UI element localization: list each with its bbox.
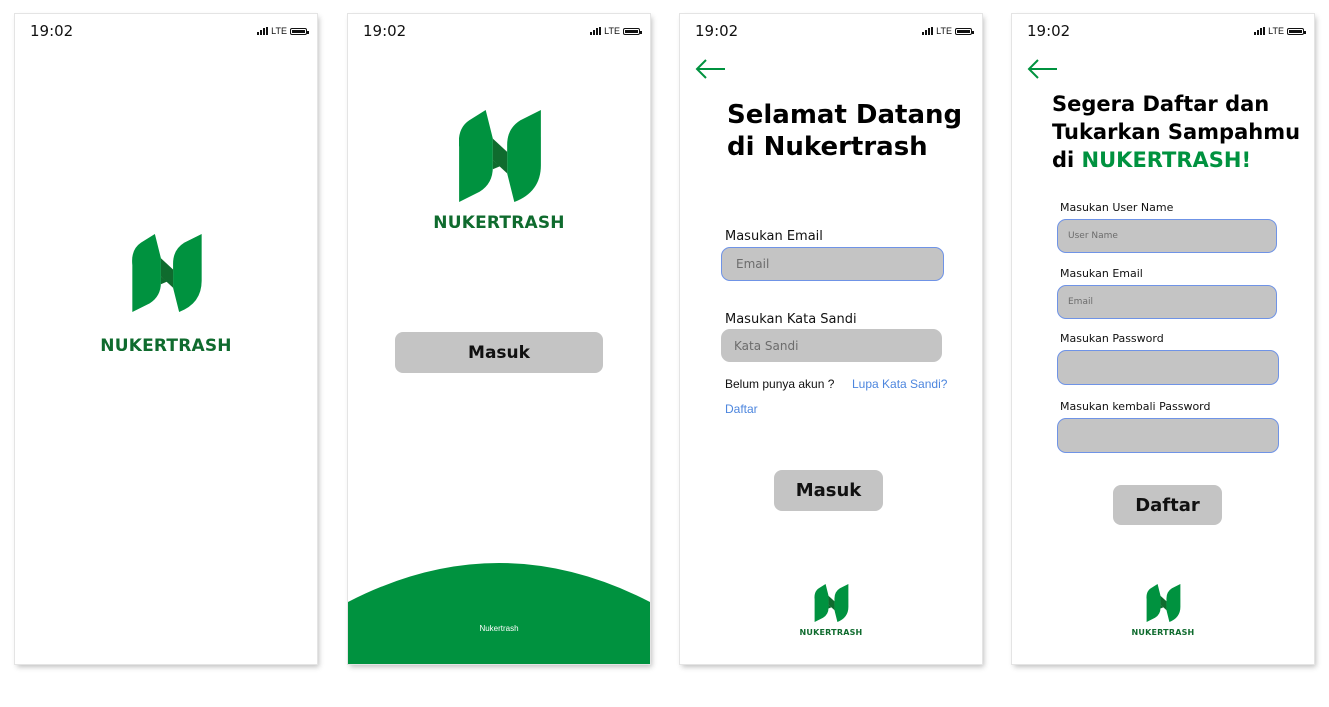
register-button[interactable]: Daftar <box>1113 485 1222 525</box>
signal-icon <box>1254 27 1266 35</box>
password-label: Masukan Password <box>1060 332 1164 345</box>
splash-screen: 19:02 LTE NUKERTRASH <box>15 14 317 664</box>
brand-name: NUKERTRASH <box>1131 628 1195 637</box>
email-label: Masukan Email <box>1060 267 1143 280</box>
status-indicators: LTE <box>257 26 309 36</box>
confirm-password-label: Masukan kembali Password <box>1060 400 1211 413</box>
title-prefix: di <box>1052 148 1082 172</box>
email-input[interactable] <box>1057 285 1277 319</box>
register-title-line3: di NUKERTRASH! <box>1052 148 1251 172</box>
welcome-screen: 19:02 LTE NUKERTRASH Masuk Nukertrash <box>348 14 650 664</box>
footer-text: Nukertrash <box>479 624 519 633</box>
username-label: Masukan User Name <box>1060 201 1174 214</box>
status-time: 19:02 <box>30 22 74 40</box>
register-title-line1: Segera Daftar dan <box>1052 92 1270 116</box>
brand-name: NUKERTRASH <box>433 213 565 233</box>
login-button[interactable]: Masuk <box>774 470 883 511</box>
network-label: LTE <box>604 26 620 36</box>
back-arrow-icon[interactable] <box>694 58 728 80</box>
forgot-password-link[interactable]: Lupa Kata Sandi? <box>852 377 947 391</box>
email-label: Masukan Email <box>725 229 823 244</box>
username-input[interactable] <box>1057 219 1277 253</box>
status-indicators: LTE <box>922 26 974 36</box>
register-link[interactable]: Daftar <box>725 402 758 416</box>
status-indicators: LTE <box>1254 26 1306 36</box>
password-input[interactable] <box>721 329 942 362</box>
welcome-title-line2: di Nukertrash <box>727 132 928 162</box>
nukertrash-logo-icon <box>127 234 207 312</box>
confirm-password-input[interactable] <box>1057 418 1279 453</box>
register-title-line2: Tukarkan Sampahmu <box>1052 120 1301 144</box>
nukertrash-logo-icon <box>459 110 541 202</box>
title-brand: NUKERTRASH! <box>1081 148 1252 172</box>
status-time: 19:02 <box>695 22 739 40</box>
email-input[interactable] <box>721 247 944 281</box>
status-time: 19:02 <box>363 22 407 40</box>
battery-icon <box>955 27 974 35</box>
signal-icon <box>922 27 934 35</box>
no-account-text: Belum punya akun ? <box>725 377 835 391</box>
password-label: Masukan Kata Sandi <box>725 312 857 327</box>
battery-icon <box>623 27 642 35</box>
battery-icon <box>1287 27 1306 35</box>
status-time: 19:02 <box>1027 22 1071 40</box>
back-arrow-icon[interactable] <box>1026 58 1060 80</box>
brand-name: NUKERTRASH <box>799 628 863 637</box>
welcome-title-line1: Selamat Datang <box>727 100 963 130</box>
login-screen: 19:02 LTE Selamat Datang di Nukertrash M… <box>680 14 982 664</box>
network-label: LTE <box>271 26 287 36</box>
password-input[interactable] <box>1057 350 1279 385</box>
footer-wave <box>348 563 650 664</box>
nukertrash-logo-icon <box>813 584 850 622</box>
register-screen: 19:02 LTE Segera Daftar dan Tukarkan Sam… <box>1012 14 1314 664</box>
status-indicators: LTE <box>590 26 642 36</box>
battery-icon <box>290 27 309 35</box>
signal-icon <box>257 27 269 35</box>
network-label: LTE <box>936 26 952 36</box>
nukertrash-logo-icon <box>1145 584 1182 622</box>
signal-icon <box>590 27 602 35</box>
login-button[interactable]: Masuk <box>395 332 603 373</box>
brand-name: NUKERTRASH <box>100 336 232 356</box>
network-label: LTE <box>1268 26 1284 36</box>
